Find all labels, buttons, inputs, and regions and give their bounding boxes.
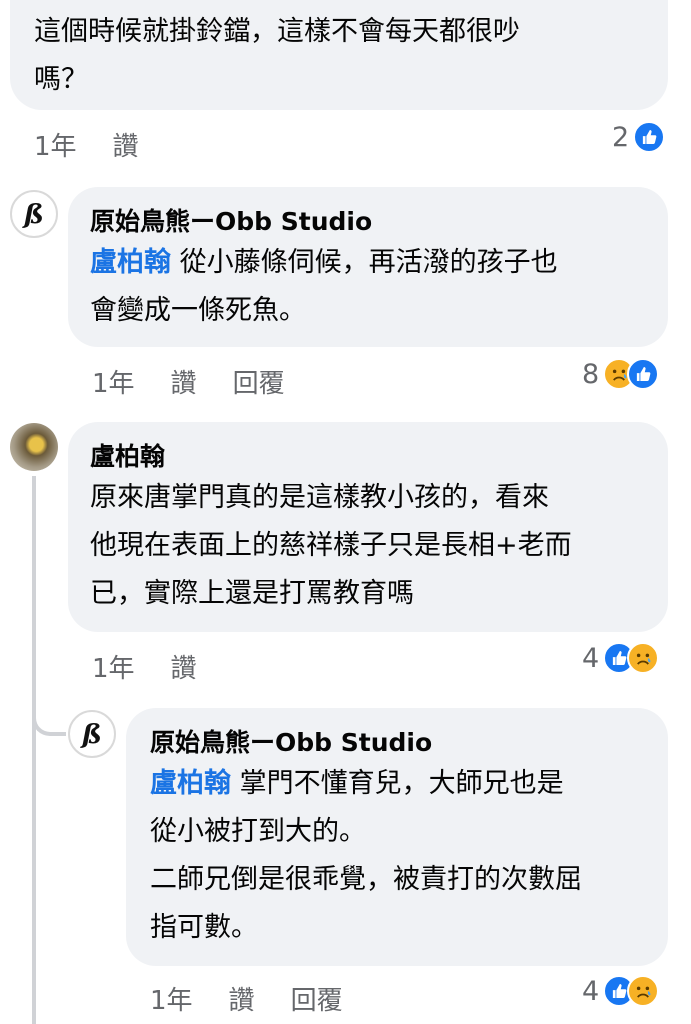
timestamp[interactable]: 1年 [92,648,135,685]
reaction-summary[interactable]: 4 [582,642,660,674]
obb-studio-logo-avatar[interactable]: ß [10,190,58,238]
comment-text-line: 從小被打到大的。 [150,816,366,847]
comment-text: 掌門不懂育兒，大師兄也是 [239,768,564,799]
like-reaction-icon [627,358,660,390]
like-button[interactable]: 讚 [171,648,197,685]
comment-author[interactable]: 原始鳥熊ーObb Studio [150,726,652,760]
reaction-count: 4 [582,975,600,1007]
comment-text-line: 他現在表面上的慈祥樣子只是長相+老而 [90,530,572,561]
reaction-summary[interactable]: 8 [582,358,660,390]
comment-meta: 1年讚回覆 [92,363,321,400]
user-mention[interactable]: 盧柏翰 [150,768,231,799]
comment-text-line: 盧柏翰 從小藤條伺候，再活潑的孩子也 [90,239,648,287]
timestamp[interactable]: 1年 [150,980,193,1017]
comment-text: 從小藤條伺候，再活潑的孩子也 [179,247,558,278]
comment-text-line: 嗎？ [34,64,88,95]
comment-meta: 1年讚回覆 [150,980,379,1017]
comment-bubble: 盧柏翰 原來唐掌門真的是這樣教小孩的，看來 他現在表面上的慈祥樣子只是長相+老而… [68,422,668,632]
timestamp[interactable]: 1年 [92,363,135,400]
comment-bubble: 原始鳥熊ーObb Studio 盧柏翰 從小藤條伺候，再活潑的孩子也 會變成一條… [68,187,668,347]
like-button[interactable]: 讚 [229,980,255,1017]
comment-text-line: 這個時候就掛鈴鐺，這樣不會每天都很吵 [34,16,520,47]
comment-meta: 1年讚 [34,126,175,163]
reaction-count: 8 [582,358,600,390]
comment-text-line: 會變成一條死魚。 [90,295,306,326]
reaction-summary[interactable]: 4 [582,975,660,1007]
comment-bubble: 原始鳥熊ーObb Studio 盧柏翰 掌門不懂育兒，大師兄也是 從小被打到大的… [126,708,668,966]
comment-text-line: 二師兄倒是很乖覺，被責打的次數屈 [150,864,582,895]
like-button[interactable]: 讚 [113,126,139,163]
user-avatar[interactable] [10,423,58,471]
thread-curve [32,700,66,736]
svg-text:ß: ß [22,200,44,230]
comment-bubble: 這個時候就掛鈴鐺，這樣不會每天都很吵 嗎？ [10,0,668,110]
comment-author[interactable]: 盧柏翰 [90,440,648,474]
svg-text:ß: ß [80,720,102,750]
comment-meta: 1年讚 [92,648,233,685]
comment-text-line: 指可數。 [150,912,258,943]
reaction-summary[interactable]: 2 [612,121,666,153]
thread-line [32,476,36,1024]
comment-text-line: 原來唐掌門真的是這樣教小孩的，看來 [90,482,549,513]
comment-text-line: 盧柏翰 掌門不懂育兒，大師兄也是 [150,760,652,808]
like-reaction-icon [633,121,666,153]
comment-text-line: 已，實際上還是打罵教育嗎 [90,578,414,609]
reply-button[interactable]: 回覆 [291,980,343,1017]
reaction-count: 4 [582,642,600,674]
sad-reaction-icon [627,642,660,674]
reaction-count: 2 [612,121,630,153]
reply-button[interactable]: 回覆 [233,363,285,400]
obb-studio-logo-avatar[interactable]: ß [68,710,116,758]
timestamp[interactable]: 1年 [34,126,77,163]
user-mention[interactable]: 盧柏翰 [90,247,171,278]
comment-author[interactable]: 原始鳥熊ーObb Studio [90,205,648,239]
like-button[interactable]: 讚 [171,363,197,400]
sad-reaction-icon [627,975,660,1007]
